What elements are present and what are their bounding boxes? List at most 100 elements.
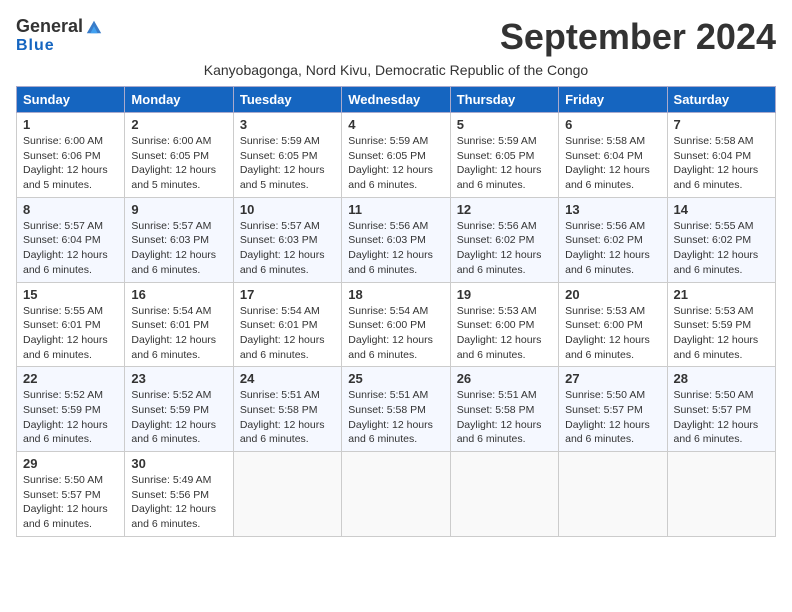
sunrise-text: Sunrise: 5:50 AM: [23, 473, 118, 488]
logo: General Blue: [16, 16, 103, 55]
sunset-text: Sunset: 6:04 PM: [23, 233, 118, 248]
day-number: 28: [674, 371, 769, 386]
calendar-cell: 1Sunrise: 6:00 AMSunset: 6:06 PMDaylight…: [17, 113, 125, 198]
calendar-cell: 3 Sunrise: 5:59 AMSunset: 6:05 PMDaylight…: [233, 113, 341, 198]
logo-blue-text: Blue: [16, 37, 55, 55]
col-header-wednesday: Wednesday: [342, 87, 450, 113]
col-header-sunday: Sunday: [17, 87, 125, 113]
day-number: 27: [565, 371, 660, 386]
calendar-cell: 16 Sunrise: 5:54 AMSunset: 6:01 PMDayligh…: [125, 282, 233, 367]
logo-icon: [85, 18, 103, 36]
day-detail: Sunrise: 5:54 AMSunset: 6:00 PMDaylight:…: [348, 304, 443, 363]
location-subtitle: Kanyobagonga, Nord Kivu, Democratic Repu…: [16, 62, 776, 78]
calendar-cell: 4Sunrise: 5:59 AMSunset: 6:05 PMDaylight…: [342, 113, 450, 198]
day-number: 4: [348, 117, 443, 132]
day-number: 29: [23, 456, 118, 471]
day-detail: Sunrise: 6:00 AMSunset: 6:06 PMDaylight:…: [23, 134, 118, 193]
sunrise-text: Sunrise: 5:56 AM: [565, 219, 660, 234]
calendar-cell: 29Sunrise: 5:50 AMSunset: 5:57 PMDayligh…: [17, 452, 125, 537]
sunset-text: Sunset: 5:59 PM: [23, 403, 118, 418]
sunset-text: Sunset: 6:01 PM: [240, 318, 335, 333]
day-number: 21: [674, 287, 769, 302]
daylight-text: Daylight: 12 hours and 6 minutes.: [457, 248, 552, 277]
day-detail: Sunrise: 5:58 AMSunset: 6:04 PMDaylight:…: [674, 134, 769, 193]
calendar-cell: 27 Sunrise: 5:50 AMSunset: 5:57 PMDayligh…: [559, 367, 667, 452]
calendar-cell: 28Sunrise: 5:50 AMSunset: 5:57 PMDayligh…: [667, 367, 775, 452]
calendar-cell: 5Sunrise: 5:59 AMSunset: 6:05 PMDaylight…: [450, 113, 558, 198]
day-number: 16: [131, 287, 226, 302]
sunrise-text: Sunrise: 5:58 AM: [674, 134, 769, 149]
daylight-text: Daylight: 12 hours and 6 minutes.: [240, 333, 335, 362]
day-detail: Sunrise: 5:57 AMSunset: 6:03 PMDaylight:…: [240, 219, 335, 278]
sunset-text: Sunset: 6:02 PM: [565, 233, 660, 248]
calendar-cell: 22Sunrise: 5:52 AMSunset: 5:59 PMDayligh…: [17, 367, 125, 452]
sunset-text: Sunset: 6:04 PM: [674, 149, 769, 164]
day-number: 24: [240, 371, 335, 386]
day-detail: Sunrise: 5:51 AMSunset: 5:58 PMDaylight:…: [240, 388, 335, 447]
day-detail: Sunrise: 5:50 AMSunset: 5:57 PMDaylight:…: [565, 388, 660, 447]
sunset-text: Sunset: 6:05 PM: [348, 149, 443, 164]
sunset-text: Sunset: 6:00 PM: [348, 318, 443, 333]
day-detail: Sunrise: 5:53 AMSunset: 6:00 PMDaylight:…: [457, 304, 552, 363]
daylight-text: Daylight: 12 hours and 6 minutes.: [348, 418, 443, 447]
calendar-cell: 15Sunrise: 5:55 AMSunset: 6:01 PMDayligh…: [17, 282, 125, 367]
daylight-text: Daylight: 12 hours and 6 minutes.: [131, 333, 226, 362]
calendar-cell: 12Sunrise: 5:56 AMSunset: 6:02 PMDayligh…: [450, 197, 558, 282]
daylight-text: Daylight: 12 hours and 6 minutes.: [23, 333, 118, 362]
daylight-text: Daylight: 12 hours and 5 minutes.: [240, 163, 335, 192]
sunrise-text: Sunrise: 5:53 AM: [674, 304, 769, 319]
sunrise-text: Sunrise: 5:55 AM: [674, 219, 769, 234]
sunrise-text: Sunrise: 5:53 AM: [565, 304, 660, 319]
sunrise-text: Sunrise: 6:00 AM: [23, 134, 118, 149]
sunset-text: Sunset: 6:00 PM: [565, 318, 660, 333]
calendar-cell: 14Sunrise: 5:55 AMSunset: 6:02 PMDayligh…: [667, 197, 775, 282]
calendar-cell: 11Sunrise: 5:56 AMSunset: 6:03 PMDayligh…: [342, 197, 450, 282]
daylight-text: Daylight: 12 hours and 6 minutes.: [457, 333, 552, 362]
day-number: 3: [240, 117, 335, 132]
daylight-text: Daylight: 12 hours and 6 minutes.: [674, 333, 769, 362]
sunrise-text: Sunrise: 5:58 AM: [565, 134, 660, 149]
calendar-cell: 24 Sunrise: 5:51 AMSunset: 5:58 PMDayligh…: [233, 367, 341, 452]
sunrise-text: Sunrise: 5:50 AM: [565, 388, 660, 403]
calendar-cell: 17Sunrise: 5:54 AMSunset: 6:01 PMDayligh…: [233, 282, 341, 367]
calendar-cell: 26Sunrise: 5:51 AMSunset: 5:58 PMDayligh…: [450, 367, 558, 452]
col-header-saturday: Saturday: [667, 87, 775, 113]
daylight-text: Daylight: 12 hours and 6 minutes.: [131, 248, 226, 277]
day-detail: Sunrise: 5:59 AMSunset: 6:05 PMDaylight:…: [240, 134, 335, 193]
sunrise-text: Sunrise: 6:00 AM: [131, 134, 226, 149]
logo-general-text: General: [16, 16, 83, 37]
sunset-text: Sunset: 6:01 PM: [131, 318, 226, 333]
sunrise-text: Sunrise: 5:59 AM: [457, 134, 552, 149]
sunrise-text: Sunrise: 5:51 AM: [240, 388, 335, 403]
calendar-cell: [559, 452, 667, 537]
day-detail: Sunrise: 5:59 AMSunset: 6:05 PMDaylight:…: [457, 134, 552, 193]
sunset-text: Sunset: 6:01 PM: [23, 318, 118, 333]
calendar-cell: 13Sunrise: 5:56 AMSunset: 6:02 PMDayligh…: [559, 197, 667, 282]
week-row-3: 15Sunrise: 5:55 AMSunset: 6:01 PMDayligh…: [17, 282, 776, 367]
daylight-text: Daylight: 12 hours and 6 minutes.: [674, 418, 769, 447]
calendar-cell: 21 Sunrise: 5:53 AMSunset: 5:59 PMDayligh…: [667, 282, 775, 367]
sunset-text: Sunset: 6:05 PM: [240, 149, 335, 164]
day-detail: Sunrise: 5:56 AMSunset: 6:03 PMDaylight:…: [348, 219, 443, 278]
day-detail: Sunrise: 5:53 AMSunset: 5:59 PMDaylight:…: [674, 304, 769, 363]
calendar-cell: 6Sunrise: 5:58 AMSunset: 6:04 PMDaylight…: [559, 113, 667, 198]
day-number: 9: [131, 202, 226, 217]
day-detail: Sunrise: 5:57 AMSunset: 6:03 PMDaylight:…: [131, 219, 226, 278]
sunrise-text: Sunrise: 5:56 AM: [457, 219, 552, 234]
day-number: 15: [23, 287, 118, 302]
sunrise-text: Sunrise: 5:57 AM: [131, 219, 226, 234]
daylight-text: Daylight: 12 hours and 6 minutes.: [23, 502, 118, 531]
day-number: 19: [457, 287, 552, 302]
day-detail: Sunrise: 5:54 AMSunset: 6:01 PMDaylight:…: [131, 304, 226, 363]
day-number: 10: [240, 202, 335, 217]
calendar-cell: 18Sunrise: 5:54 AMSunset: 6:00 PMDayligh…: [342, 282, 450, 367]
sunset-text: Sunset: 6:02 PM: [674, 233, 769, 248]
sunset-text: Sunset: 6:03 PM: [131, 233, 226, 248]
day-number: 23: [131, 371, 226, 386]
sunset-text: Sunset: 6:06 PM: [23, 149, 118, 164]
sunrise-text: Sunrise: 5:57 AM: [23, 219, 118, 234]
calendar-cell: 7Sunrise: 5:58 AMSunset: 6:04 PMDaylight…: [667, 113, 775, 198]
sunset-text: Sunset: 6:02 PM: [457, 233, 552, 248]
sunset-text: Sunset: 6:04 PM: [565, 149, 660, 164]
col-header-thursday: Thursday: [450, 87, 558, 113]
